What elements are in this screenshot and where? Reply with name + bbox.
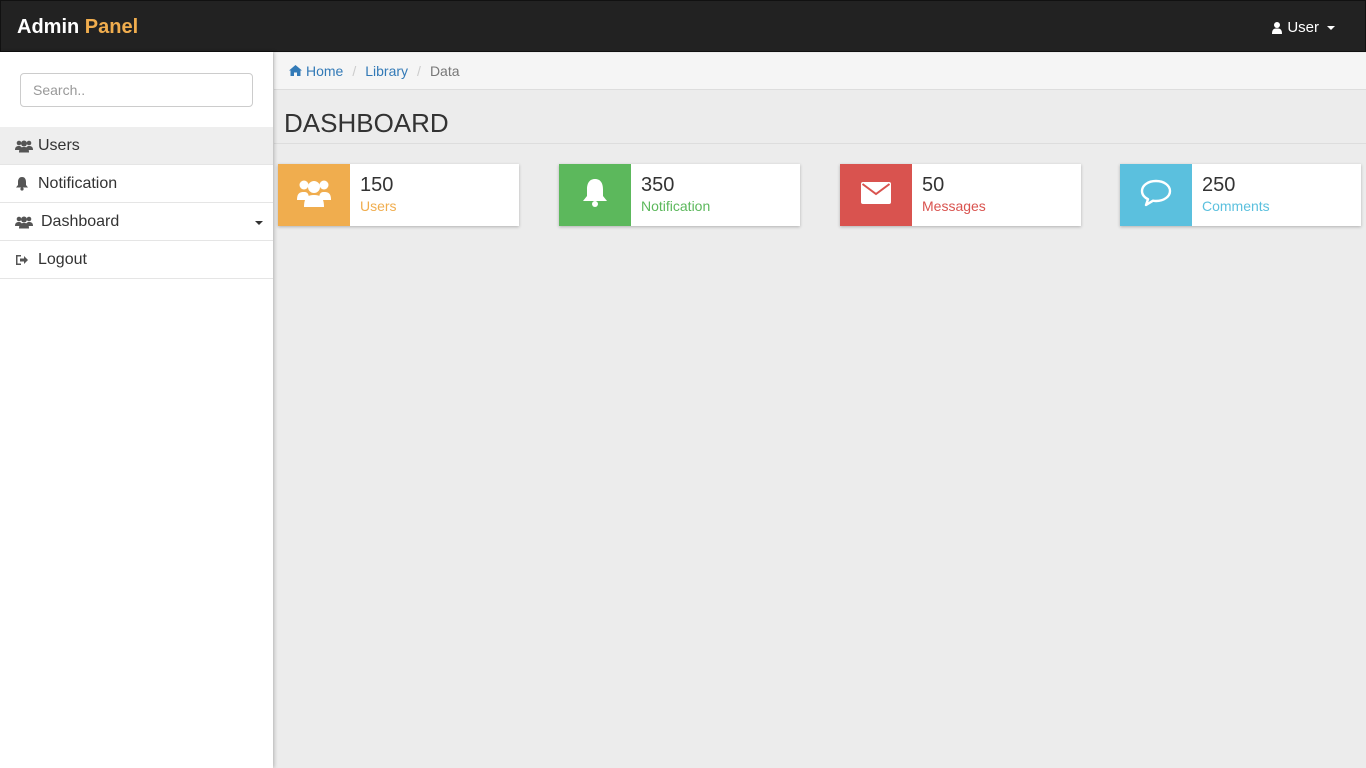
sidebar-item-users[interactable]: Users bbox=[0, 127, 273, 165]
users-icon bbox=[15, 215, 33, 229]
sidebar-item-label: Notification bbox=[38, 174, 118, 192]
breadcrumb-home-label: Home bbox=[306, 63, 344, 79]
sidebar-item-logout[interactable]: Logout bbox=[0, 241, 273, 279]
comment-icon bbox=[1140, 179, 1172, 212]
stat-value: 50 bbox=[922, 174, 945, 196]
stat-card-text: 150 Users bbox=[350, 164, 397, 226]
sidebar-item-label: Dashboard bbox=[41, 212, 120, 230]
user-icon bbox=[1272, 21, 1283, 34]
breadcrumb-library[interactable]: Library bbox=[365, 63, 408, 79]
page-title: DASHBOARD bbox=[284, 108, 449, 138]
user-menu-toggle[interactable]: User bbox=[1272, 19, 1335, 36]
stat-value: 350 bbox=[641, 174, 675, 196]
users-icon bbox=[15, 139, 33, 153]
breadcrumb: Home / Library / Data bbox=[274, 53, 1366, 90]
sidebar-nav: Users Notification Dashboard Logout bbox=[0, 127, 273, 279]
breadcrumb-separator: / bbox=[352, 63, 357, 79]
envelope-icon bbox=[861, 181, 891, 209]
home-icon bbox=[289, 63, 302, 79]
stat-card-icon-box bbox=[1120, 164, 1192, 226]
breadcrumb-separator: / bbox=[417, 63, 421, 79]
stat-card-text: 250 Comments bbox=[1192, 164, 1270, 226]
search-input[interactable] bbox=[20, 73, 253, 107]
stat-card-icon-box bbox=[840, 164, 912, 226]
sidebar: Users Notification Dashboard Logout bbox=[0, 52, 273, 768]
search-container bbox=[20, 73, 253, 107]
brand-accent: Panel bbox=[84, 16, 139, 38]
bell-icon bbox=[581, 178, 609, 213]
sidebar-item-label: Users bbox=[38, 136, 80, 154]
brand-main: Admin bbox=[17, 16, 80, 38]
breadcrumb-home[interactable]: Home bbox=[289, 63, 343, 79]
stat-card-text: 350 Notification bbox=[631, 164, 710, 226]
chevron-down-icon bbox=[1327, 25, 1335, 30]
stat-card-messages[interactable]: 50 Messages bbox=[840, 164, 1081, 226]
sidebar-item-dashboard[interactable]: Dashboard bbox=[0, 203, 273, 241]
stat-card-notification[interactable]: 350 Notification bbox=[559, 164, 800, 226]
stat-label: Comments bbox=[1202, 198, 1270, 214]
top-navbar: Admin Panel User bbox=[0, 0, 1366, 52]
stat-card-icon-box bbox=[559, 164, 631, 226]
chevron-down-icon bbox=[255, 221, 263, 225]
stat-card-text: 50 Messages bbox=[912, 164, 986, 226]
sign-out-icon bbox=[15, 254, 33, 266]
sidebar-item-notification[interactable]: Notification bbox=[0, 165, 273, 203]
stat-card-users[interactable]: 150 Users bbox=[278, 164, 519, 226]
sidebar-item-label: Logout bbox=[38, 250, 87, 268]
users-icon bbox=[297, 178, 331, 213]
title-divider bbox=[274, 143, 1366, 144]
breadcrumb-current: Data bbox=[429, 63, 460, 79]
stat-label: Notification bbox=[641, 198, 711, 214]
stat-card-comments[interactable]: 250 Comments bbox=[1120, 164, 1361, 226]
bell-icon bbox=[15, 176, 33, 191]
stat-label: Messages bbox=[922, 198, 986, 214]
stat-label: Users bbox=[360, 198, 397, 214]
stat-value: 150 bbox=[360, 174, 394, 196]
brand-logo[interactable]: Admin Panel bbox=[17, 16, 138, 38]
stat-card-icon-box bbox=[278, 164, 350, 226]
stat-value: 250 bbox=[1202, 174, 1236, 196]
user-menu-label: User bbox=[1287, 19, 1319, 36]
